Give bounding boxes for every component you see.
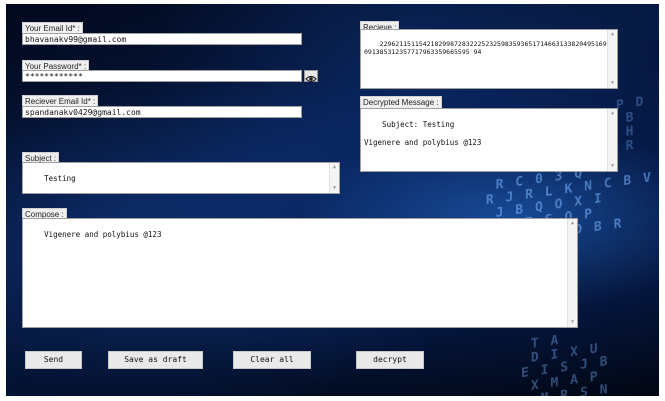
decrypted-message-field[interactable]: Subject: Testing Vigenere and polybius @…: [360, 108, 618, 172]
mail-encryption-window: R C 0 3 Q R J R L K N C B V H J B Q O X …: [6, 4, 659, 396]
receive-scrollbar[interactable]: ▲ ▼: [607, 30, 617, 88]
eye-icon[interactable]: [304, 70, 318, 83]
decrypted-scrollbar[interactable]: ▲ ▼: [607, 109, 617, 171]
password-field[interactable]: ************: [22, 70, 302, 82]
email-field[interactable]: bhavanakv99@gmail.com: [22, 33, 302, 45]
subject-field[interactable]: Testing ▲ ▼: [22, 162, 340, 194]
subject-text: Testing: [44, 174, 76, 183]
receive-field[interactable]: 2296211511542182998728322252325983593651…: [360, 29, 618, 89]
decrypted-message-text: Subject: Testing Vigenere and polybius @…: [364, 120, 482, 147]
decrypt-button[interactable]: decrypt: [356, 351, 424, 369]
receiver-email-field[interactable]: spandanakv0429@gmail.com: [22, 106, 302, 118]
receive-text: 2296211511542182998728322252325983593651…: [364, 40, 611, 56]
save-as-draft-button[interactable]: Save as draft: [108, 351, 203, 369]
compose-field[interactable]: Vigenere and polybius @123 ▲ ▼: [22, 218, 578, 328]
subject-scrollbar[interactable]: ▲ ▼: [329, 163, 339, 193]
compose-scrollbar[interactable]: ▲ ▼: [567, 219, 577, 327]
compose-text: Vigenere and polybius @123: [44, 230, 162, 239]
send-button[interactable]: Send: [25, 351, 82, 369]
clear-all-button[interactable]: Clear all: [233, 351, 311, 369]
